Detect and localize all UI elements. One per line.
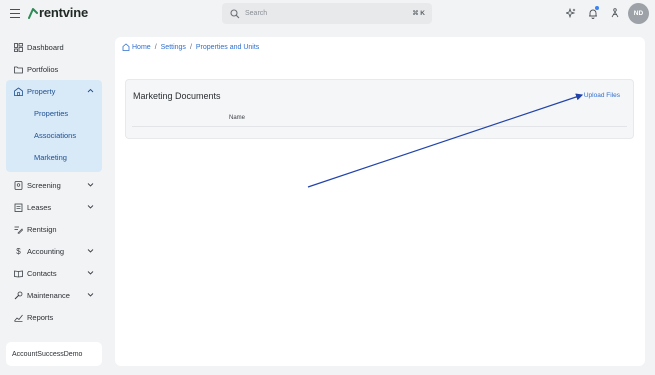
breadcrumb-home[interactable]: Home bbox=[132, 44, 151, 51]
sidebar-item-label: Accounting bbox=[27, 246, 65, 256]
chevron-down-icon bbox=[87, 249, 94, 253]
brand-name: rentvine bbox=[39, 5, 88, 20]
breadcrumb-separator: / bbox=[189, 43, 192, 51]
contacts-icon bbox=[14, 269, 23, 278]
breadcrumb: Home / Settings / Properties and Units bbox=[122, 43, 259, 51]
sidebar-item-accounting[interactable]: $ Accounting bbox=[6, 240, 102, 262]
dollar-icon: $ bbox=[16, 246, 21, 256]
rentvine-logo-icon bbox=[28, 7, 38, 19]
ai-sparkle-button[interactable] bbox=[560, 2, 582, 24]
logo[interactable]: rentvine bbox=[28, 5, 88, 20]
sidebar-item-label: Property bbox=[27, 86, 56, 96]
folder-icon bbox=[14, 65, 23, 74]
breadcrumb-settings[interactable]: Settings bbox=[161, 44, 186, 51]
sidebar-subitem-associations[interactable]: Associations bbox=[6, 124, 102, 146]
sidebar-item-label: Dashboard bbox=[27, 42, 64, 52]
signature-icon bbox=[14, 225, 23, 234]
sidebar-item-label: Rentsign bbox=[27, 224, 57, 234]
sidebar-item-screening[interactable]: Screening bbox=[6, 174, 102, 196]
top-bar: rentvine Search ⌘ K ND bbox=[0, 0, 655, 27]
reports-icon bbox=[14, 313, 23, 322]
sidebar-item-label: Reports bbox=[27, 312, 54, 322]
accessibility-button[interactable] bbox=[604, 2, 626, 24]
column-header-name[interactable]: Name bbox=[229, 115, 245, 121]
wrench-icon bbox=[14, 291, 23, 300]
sidebar: Dashboard Portfolios Property Properties… bbox=[6, 36, 102, 328]
dashboard-icon bbox=[14, 42, 23, 52]
home-icon bbox=[122, 43, 130, 51]
account-switcher[interactable]: AccountSuccessDemo bbox=[6, 342, 102, 366]
sidebar-item-maintenance[interactable]: Maintenance bbox=[6, 284, 102, 306]
sidebar-item-contacts[interactable]: Contacts bbox=[6, 262, 102, 284]
search-icon bbox=[230, 8, 240, 18]
chevron-down-icon bbox=[87, 183, 94, 187]
sidebar-subitem-properties[interactable]: Properties bbox=[6, 102, 102, 124]
sidebar-item-label: Leases bbox=[27, 202, 52, 212]
sidebar-item-label: Contacts bbox=[27, 268, 57, 278]
sidebar-item-property[interactable]: Property bbox=[6, 80, 102, 102]
chevron-down-icon bbox=[87, 293, 94, 297]
search-input[interactable]: Search ⌘ K bbox=[222, 3, 432, 24]
search-placeholder: Search bbox=[245, 10, 268, 17]
lease-icon bbox=[14, 203, 23, 212]
sidebar-item-label: Screening bbox=[27, 180, 61, 190]
marketing-documents-card: Marketing Documents Upload Files Name bbox=[125, 79, 634, 139]
table-divider bbox=[132, 126, 627, 127]
upload-files-button[interactable]: Upload Files bbox=[584, 92, 620, 99]
notifications-button[interactable] bbox=[582, 2, 604, 24]
property-icon bbox=[14, 87, 23, 96]
notification-dot bbox=[595, 6, 599, 10]
main-panel: Home / Settings / Properties and Units M… bbox=[115, 37, 645, 366]
sidebar-item-dashboard[interactable]: Dashboard bbox=[6, 36, 102, 58]
avatar[interactable]: ND bbox=[628, 2, 649, 24]
sidebar-item-leases[interactable]: Leases bbox=[6, 196, 102, 218]
sidebar-subitem-marketing[interactable]: Marketing bbox=[6, 146, 102, 168]
person-icon bbox=[611, 8, 619, 18]
card-title: Marketing Documents bbox=[133, 91, 221, 101]
property-group: Property Properties Associations Marketi… bbox=[6, 80, 102, 172]
chevron-down-icon bbox=[87, 271, 94, 275]
chevron-up-icon bbox=[87, 88, 94, 93]
sidebar-item-label: Portfolios bbox=[27, 64, 59, 74]
screening-icon bbox=[14, 180, 23, 190]
sidebar-item-rentsign[interactable]: Rentsign bbox=[6, 218, 102, 240]
sidebar-item-label: Maintenance bbox=[27, 290, 70, 300]
sparkle-icon bbox=[566, 8, 576, 18]
breadcrumb-separator: / bbox=[154, 43, 157, 51]
search-shortcut: ⌘ K bbox=[412, 10, 425, 17]
breadcrumb-current[interactable]: Properties and Units bbox=[196, 44, 259, 51]
sidebar-item-portfolios[interactable]: Portfolios bbox=[6, 58, 102, 80]
sidebar-item-reports[interactable]: Reports bbox=[6, 306, 102, 328]
menu-icon[interactable] bbox=[10, 9, 20, 19]
chevron-down-icon bbox=[87, 205, 94, 209]
